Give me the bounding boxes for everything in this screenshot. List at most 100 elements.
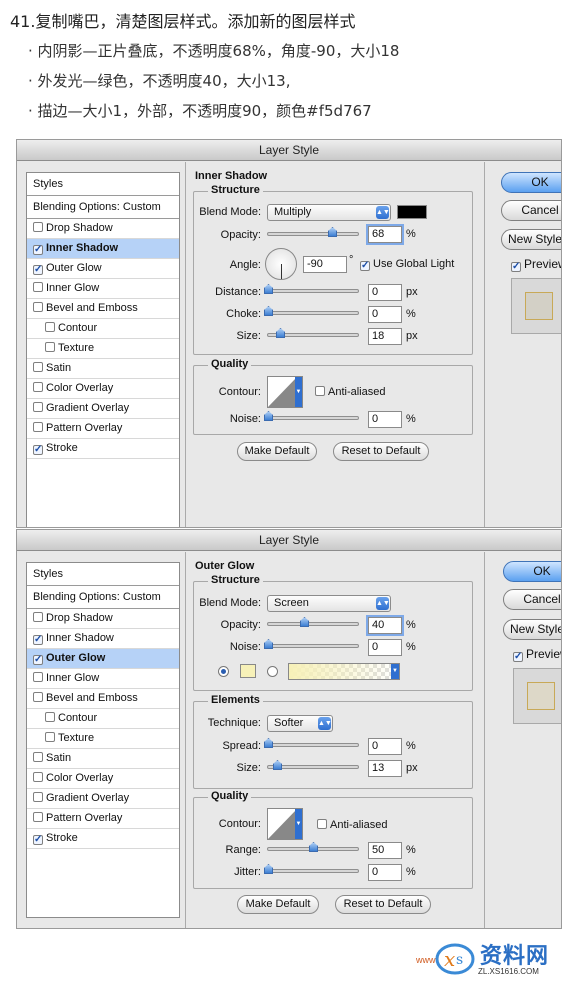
jitter-slider[interactable] <box>264 864 359 878</box>
style-checkbox[interactable] <box>33 752 43 762</box>
solid-color-radio[interactable] <box>218 666 229 677</box>
style-checkbox[interactable] <box>33 812 43 822</box>
anti-aliased-option[interactable]: Anti-aliased <box>317 819 387 831</box>
make-default-button[interactable]: Make Default <box>237 895 319 914</box>
noise-input[interactable]: 0 <box>368 639 402 656</box>
styles-item-contour[interactable]: Contour <box>27 709 179 729</box>
global-light-option[interactable]: ✓ Use Global Light <box>360 258 454 271</box>
style-checkbox[interactable]: ✓ <box>33 635 43 645</box>
opacity-slider[interactable] <box>267 617 359 631</box>
style-checkbox[interactable] <box>33 422 43 432</box>
preview-checkbox[interactable]: ✓ <box>511 262 521 272</box>
styles-item-satin[interactable]: Satin <box>27 749 179 769</box>
styles-item-texture[interactable]: Texture <box>27 729 179 749</box>
size-input[interactable]: 18 <box>368 328 402 345</box>
anti-aliased-option[interactable]: Anti-aliased <box>315 386 385 398</box>
slider-thumb[interactable] <box>300 617 309 627</box>
styles-item-satin[interactable]: Satin <box>27 359 179 379</box>
new-style-button[interactable]: New Style... <box>501 229 561 250</box>
style-checkbox[interactable] <box>33 302 43 312</box>
style-checkbox[interactable] <box>45 732 55 742</box>
contour-picker[interactable]: ▼ <box>267 808 303 840</box>
styles-item-outer-glow[interactable]: ✓ Outer Glow <box>27 259 179 279</box>
opacity-slider[interactable] <box>267 227 359 241</box>
technique-select[interactable]: Softer ▲▼ <box>267 715 333 732</box>
styles-item-gradient-overlay[interactable]: Gradient Overlay <box>27 399 179 419</box>
size-input[interactable]: 13 <box>368 760 402 777</box>
preview-checkbox[interactable]: ✓ <box>513 652 523 662</box>
choke-input[interactable]: 0 <box>368 306 402 323</box>
style-checkbox[interactable] <box>33 282 43 292</box>
style-checkbox[interactable] <box>45 322 55 332</box>
styles-item-blending-options-custom[interactable]: Blending Options: Custom <box>27 196 179 219</box>
style-checkbox[interactable] <box>33 222 43 232</box>
style-checkbox[interactable]: ✓ <box>33 445 43 455</box>
styles-item-inner-shadow[interactable]: ✓ Inner Shadow <box>27 239 179 259</box>
styles-item-bevel-and-emboss[interactable]: Bevel and Emboss <box>27 689 179 709</box>
preview-option[interactable]: ✓Preview <box>513 647 561 662</box>
cancel-button[interactable]: Cancel <box>503 589 561 610</box>
distance-input[interactable]: 0 <box>368 284 402 301</box>
anti-aliased-checkbox[interactable] <box>315 386 325 396</box>
style-checkbox[interactable] <box>33 612 43 622</box>
slider-thumb[interactable] <box>328 227 337 237</box>
style-checkbox[interactable] <box>45 712 55 722</box>
preview-option[interactable]: ✓Preview <box>511 257 561 272</box>
styles-item-drop-shadow[interactable]: Drop Shadow <box>27 609 179 629</box>
style-checkbox[interactable] <box>33 772 43 782</box>
angle-input[interactable]: -90 <box>303 256 347 273</box>
styles-item-pattern-overlay[interactable]: Pattern Overlay <box>27 419 179 439</box>
gradient-picker[interactable]: ▼ <box>288 663 400 680</box>
styles-item-contour[interactable]: Contour <box>27 319 179 339</box>
noise-slider[interactable] <box>264 639 359 653</box>
angle-dial[interactable] <box>265 248 297 280</box>
size-slider[interactable] <box>267 760 359 774</box>
noise-input[interactable]: 0 <box>368 411 402 428</box>
style-checkbox[interactable]: ✓ <box>33 265 43 275</box>
spread-input[interactable]: 0 <box>368 738 402 755</box>
slider-thumb[interactable] <box>276 328 285 338</box>
ok-button[interactable]: OK <box>503 561 561 582</box>
styles-item-stroke[interactable]: ✓ Stroke <box>27 439 179 459</box>
spread-slider[interactable] <box>264 738 359 752</box>
styles-item-color-overlay[interactable]: Color Overlay <box>27 769 179 789</box>
anti-aliased-checkbox[interactable] <box>317 819 327 829</box>
blend-color-swatch[interactable] <box>397 205 427 219</box>
opacity-input[interactable]: 68 <box>366 224 404 245</box>
styles-item-stroke[interactable]: ✓ Stroke <box>27 829 179 849</box>
style-checkbox[interactable] <box>33 402 43 412</box>
styles-item-inner-glow[interactable]: Inner Glow <box>27 669 179 689</box>
styles-item-styles[interactable]: Styles <box>27 563 179 586</box>
noise-slider[interactable] <box>264 411 359 425</box>
styles-item-blending-options-custom[interactable]: Blending Options: Custom <box>27 586 179 609</box>
reset-to-default-button[interactable]: Reset to Default <box>333 442 429 461</box>
styles-item-pattern-overlay[interactable]: Pattern Overlay <box>27 809 179 829</box>
style-checkbox[interactable] <box>45 342 55 352</box>
range-input[interactable]: 50 <box>368 842 402 859</box>
choke-slider[interactable] <box>264 306 359 320</box>
styles-item-inner-shadow[interactable]: ✓ Inner Shadow <box>27 629 179 649</box>
new-style-button[interactable]: New Style... <box>503 619 561 640</box>
cancel-button[interactable]: Cancel <box>501 200 561 221</box>
styles-item-styles[interactable]: Styles <box>27 173 179 196</box>
style-checkbox[interactable] <box>33 362 43 372</box>
slider-thumb[interactable] <box>309 842 318 852</box>
styles-item-color-overlay[interactable]: Color Overlay <box>27 379 179 399</box>
style-checkbox[interactable]: ✓ <box>33 835 43 845</box>
slider-thumb[interactable] <box>273 760 282 770</box>
styles-item-drop-shadow[interactable]: Drop Shadow <box>27 219 179 239</box>
styles-item-gradient-overlay[interactable]: Gradient Overlay <box>27 789 179 809</box>
make-default-button[interactable]: Make Default <box>237 442 317 461</box>
style-checkbox[interactable] <box>33 672 43 682</box>
ok-button[interactable]: OK <box>501 172 561 193</box>
gradient-radio[interactable] <box>267 666 278 677</box>
styles-item-inner-glow[interactable]: Inner Glow <box>27 279 179 299</box>
style-checkbox[interactable] <box>33 382 43 392</box>
style-checkbox[interactable] <box>33 692 43 702</box>
styles-item-texture[interactable]: Texture <box>27 339 179 359</box>
contour-picker[interactable]: ▼ <box>267 376 303 408</box>
styles-item-bevel-and-emboss[interactable]: Bevel and Emboss <box>27 299 179 319</box>
global-light-checkbox[interactable]: ✓ <box>360 261 370 271</box>
range-slider[interactable] <box>267 842 359 856</box>
blend-mode-select[interactable]: Multiply ▲▼ <box>267 204 391 221</box>
